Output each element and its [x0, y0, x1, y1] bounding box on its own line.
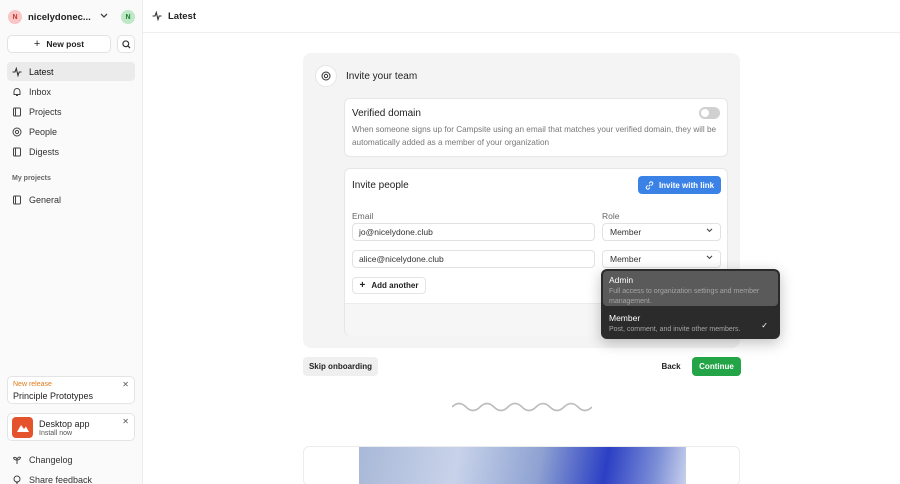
skip-onboarding-button[interactable]: Skip onboarding	[303, 357, 378, 376]
role-option-description: Post, comment, and invite other members.	[609, 326, 741, 333]
role-label: Role	[602, 211, 620, 221]
app-logo-icon	[12, 417, 33, 438]
page-header: Latest	[143, 0, 900, 33]
link-icon	[645, 180, 654, 190]
role-option-title: Admin	[609, 275, 634, 285]
sidebar-item-label: Share feedback	[29, 474, 93, 484]
add-another-button[interactable]: + Add another	[352, 277, 426, 294]
role-select[interactable]: Member	[602, 223, 721, 241]
sidebar-item-changelog[interactable]: Changelog	[7, 450, 135, 469]
check-icon: ✓	[761, 321, 768, 330]
role-option-description: Full access to organization settings and…	[609, 288, 760, 305]
sidebar-item-latest[interactable]: Latest	[7, 62, 135, 81]
sidebar-item-label: Inbox	[29, 86, 52, 97]
sidebar-item-label: People	[29, 126, 58, 137]
new-post-button[interactable]: + New post	[7, 35, 111, 53]
sprout-icon	[12, 455, 22, 465]
chevron-down-icon[interactable]	[100, 12, 108, 21]
chevron-down-icon	[706, 228, 713, 235]
sidebar-item-share-feedback[interactable]: Share feedback	[7, 470, 135, 484]
newspaper-icon	[12, 147, 22, 157]
role-option-admin[interactable]: Admin Full access to organization settin…	[603, 271, 778, 306]
email-field[interactable]: jo@nicelydone.club	[352, 223, 595, 241]
team-icon	[315, 65, 337, 87]
release-tag: New release	[13, 381, 52, 388]
org-switcher[interactable]: N nicelydonec...	[8, 8, 91, 26]
preview-image	[359, 447, 686, 484]
role-select-value: Member	[610, 254, 642, 264]
search-button[interactable]	[117, 35, 135, 53]
activity-icon	[12, 66, 22, 77]
verified-domain-description: When someone signs up for Campsite using…	[352, 125, 717, 147]
lightbulb-icon	[12, 475, 22, 484]
activity-icon	[152, 11, 162, 21]
sidebar: N nicelydonec... N + New post Latest Inb…	[0, 0, 143, 484]
book-icon	[12, 195, 22, 205]
email-label: Email	[352, 211, 374, 221]
sidebar-item-label: Latest	[29, 66, 54, 77]
page-title: Latest	[168, 10, 196, 22]
sidebar-item-label: Projects	[29, 106, 62, 117]
release-card[interactable]: New release Principle Prototypes ✕	[7, 376, 135, 404]
org-name: nicelydonec...	[28, 11, 91, 23]
invite-with-link-button[interactable]: Invite with link	[638, 176, 721, 194]
chevron-down-icon	[706, 255, 713, 262]
verified-domain-title: Verified domain	[352, 108, 421, 119]
close-icon[interactable]: ✕	[122, 417, 129, 426]
sidebar-item-inbox[interactable]: Inbox	[7, 82, 135, 101]
at-icon	[12, 127, 22, 137]
desktop-app-card[interactable]: Desktop app Install now ✕	[7, 413, 135, 441]
squiggle-divider	[452, 402, 592, 412]
sidebar-item-general[interactable]: General	[7, 190, 135, 209]
role-option-title: Member	[609, 313, 641, 323]
close-icon[interactable]: ✕	[122, 380, 129, 389]
verified-domain-toggle[interactable]	[699, 107, 720, 119]
plus-icon: +	[359, 280, 366, 291]
preview-card	[303, 446, 740, 484]
role-option-member[interactable]: Member Post, comment, and invite other m…	[603, 309, 778, 336]
sidebar-item-people[interactable]: People	[7, 122, 135, 141]
panel-title: Invite your team	[346, 71, 418, 82]
desktop-app-subtitle: Install now	[39, 430, 73, 437]
projects-section-label: My projects	[12, 175, 51, 182]
book-icon	[12, 107, 22, 117]
sidebar-item-projects[interactable]: Projects	[7, 102, 135, 121]
search-icon	[121, 39, 131, 49]
add-another-label: Add another	[371, 281, 419, 290]
invite-people-title: Invite people	[352, 180, 409, 191]
desktop-app-title: Desktop app	[39, 419, 90, 429]
org-avatar: N	[8, 10, 22, 24]
verified-domain-card: Verified domain When someone signs up fo…	[344, 98, 728, 157]
role-select-value: Member	[610, 227, 642, 237]
sidebar-item-label: Changelog	[29, 454, 73, 465]
back-button[interactable]: Back	[654, 357, 688, 376]
invite-with-link-label: Invite with link	[658, 180, 715, 190]
continue-button[interactable]: Continue	[692, 357, 741, 376]
sidebar-item-digests[interactable]: Digests	[7, 142, 135, 161]
sidebar-item-label: Digests	[29, 146, 60, 157]
bell-icon	[12, 87, 22, 97]
role-select[interactable]: Member	[602, 250, 721, 268]
sidebar-item-label: General	[29, 194, 62, 205]
user-avatar[interactable]: N	[121, 10, 135, 24]
release-title: Principle Prototypes	[13, 391, 94, 401]
role-dropdown-menu: Admin Full access to organization settin…	[601, 269, 780, 339]
email-field[interactable]: alice@nicelydone.club	[352, 250, 595, 268]
plus-icon: +	[33, 38, 41, 50]
new-post-label: New post	[46, 39, 85, 49]
